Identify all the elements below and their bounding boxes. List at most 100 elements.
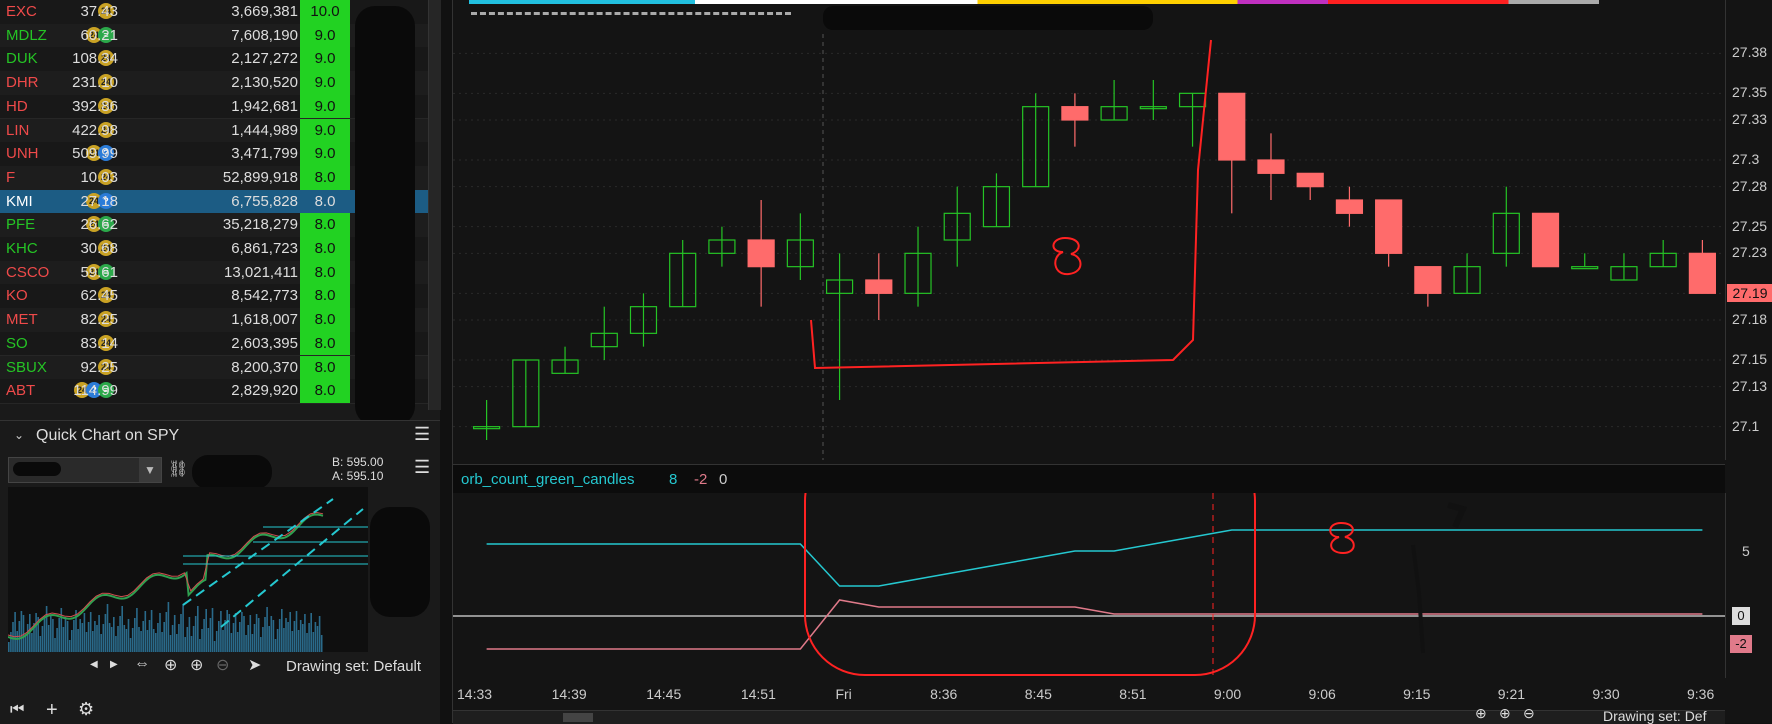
volume-bar [157, 623, 159, 652]
indicator-plot[interactable] [453, 493, 1725, 678]
watchlist-last-price: 59.61 [80, 263, 118, 281]
cursor-icon[interactable]: ➤ [248, 655, 261, 675]
price-axis-label: 27.38 [1732, 44, 1768, 61]
volume-bar [278, 619, 281, 652]
collapse-icon[interactable]: ⌄ [14, 428, 24, 442]
volume-bar [197, 606, 199, 652]
time-axis-label: Fri [835, 686, 852, 702]
volume-bar [71, 630, 73, 652]
volume-bar [176, 634, 178, 652]
volume-bar [253, 624, 256, 652]
volume-bar [14, 612, 16, 652]
indicator-axis-label: 5 [1742, 543, 1750, 559]
candle-down [747, 239, 775, 268]
volume-bar [104, 614, 107, 652]
volume-bar [79, 619, 81, 652]
candle-down [1375, 199, 1403, 254]
volume-bar [171, 625, 174, 652]
zoom-out-icon[interactable]: ⊖ [216, 655, 229, 675]
volume-bar [159, 613, 161, 652]
watchlist-score: 8.0 [300, 379, 350, 403]
price-axis-label: 27.23 [1732, 244, 1768, 261]
volume-bar [100, 634, 102, 652]
volume-bar [64, 617, 67, 652]
symbol-selector[interactable]: ▼ [8, 457, 162, 483]
volume-bar [98, 615, 100, 652]
quick-chart-header[interactable]: ⌄ Quick Chart on SPY ☰ [0, 421, 440, 451]
volume-bar [312, 632, 315, 652]
volume-bar [251, 634, 254, 652]
watchlist-scrollbar[interactable] [428, 0, 441, 410]
drawing-set-label[interactable]: Drawing set: Default [286, 658, 421, 675]
indicator-axis: 5 0 -2 [1725, 493, 1772, 678]
volume-bar [155, 633, 157, 652]
crosshair-icon[interactable]: ⊕ [164, 655, 177, 675]
watchlist-last-price: 62.45 [80, 287, 118, 305]
menu-icon[interactable]: ☰ [414, 457, 430, 478]
volume-bar [215, 631, 218, 652]
scroll-right-icon[interactable]: ▶ [110, 659, 118, 670]
volume-bar [106, 604, 109, 652]
annotation-mark [1447, 502, 1468, 529]
volume-bar [81, 623, 84, 652]
volume-bar [249, 615, 252, 652]
price-axis-label: 27.35 [1732, 84, 1768, 101]
watchlist-last-price: 30.68 [80, 240, 118, 257]
chevron-down-icon[interactable]: ▼ [139, 458, 161, 482]
indicator-value-green: 8 [669, 471, 678, 488]
volume-bar [211, 608, 214, 652]
main-price-chart[interactable] [453, 0, 1725, 460]
zoom-out-icon[interactable]: ⊖ [1523, 705, 1535, 722]
watchlist-score: 8.0 [314, 192, 336, 210]
bid-price: B: 595.00 [332, 455, 384, 469]
volume-bar [201, 629, 203, 652]
time-axis-label: 9:36 [1687, 686, 1715, 702]
add-icon[interactable]: + [46, 699, 58, 722]
volume-bar [87, 622, 90, 652]
link-icon[interactable]: ⛓ [168, 459, 188, 479]
scroll-handle[interactable] [563, 713, 593, 722]
volume-bar [239, 622, 241, 652]
crosshair-icon[interactable]: ⊕ [1475, 705, 1487, 722]
pan-icon[interactable]: ⇔ [134, 655, 150, 673]
indicator-name[interactable]: orb_count_green_candles [461, 471, 634, 488]
volume-bar [77, 629, 79, 652]
volume-bar [232, 623, 235, 652]
redaction-mark [370, 507, 430, 617]
zoom-in-icon[interactable]: ⊕ [1499, 705, 1511, 722]
candles [473, 80, 1716, 440]
watchlist-symbol: F [6, 168, 16, 186]
zoom-in-icon[interactable]: ⊕ [190, 655, 203, 675]
first-icon[interactable]: ⏮ [10, 701, 24, 719]
volume-bar [236, 632, 239, 652]
volume-bar [146, 630, 149, 652]
watchlist-score: 10.0 [300, 0, 350, 24]
volume-bar [115, 636, 117, 652]
watchlist-volume: 52,899,918 [222, 168, 298, 186]
watchlist-symbol: CSCO [6, 263, 50, 281]
candle-up [1571, 266, 1599, 270]
volume-bar [264, 617, 266, 652]
watchlist-symbol: EXC [6, 3, 37, 20]
candle-down [865, 279, 893, 294]
gear-icon[interactable]: ⚙ [78, 699, 94, 720]
volume-bar [119, 616, 121, 652]
redaction-mark [13, 462, 61, 476]
watchlist-score: 8.0 [300, 165, 350, 190]
drawing-set-label[interactable]: Drawing set: Def [1603, 708, 1706, 724]
watchlist-score: 9.0 [300, 23, 350, 48]
watchlist-score: 8.0 [300, 331, 350, 356]
volume-bar [234, 613, 237, 652]
quick-chart-plot[interactable] [8, 487, 368, 652]
volume-bar [199, 639, 201, 652]
volume-bar [299, 620, 302, 652]
watchlist-last-price: 82.25 [80, 311, 118, 329]
scroll-left-icon[interactable]: ◀ [90, 659, 98, 670]
menu-icon[interactable]: ☰ [414, 424, 430, 445]
annotation-bracket [810, 39, 1212, 370]
volume-bar [52, 619, 54, 652]
price-axis-label: 27.25 [1732, 217, 1768, 234]
watchlist-volume: 2,127,272 [231, 50, 298, 68]
volume-bar [31, 633, 33, 652]
quick-chart-panel: ⌄ Quick Chart on SPY ☰ ▼ ⛓ B: 595.00 A: … [0, 420, 440, 724]
